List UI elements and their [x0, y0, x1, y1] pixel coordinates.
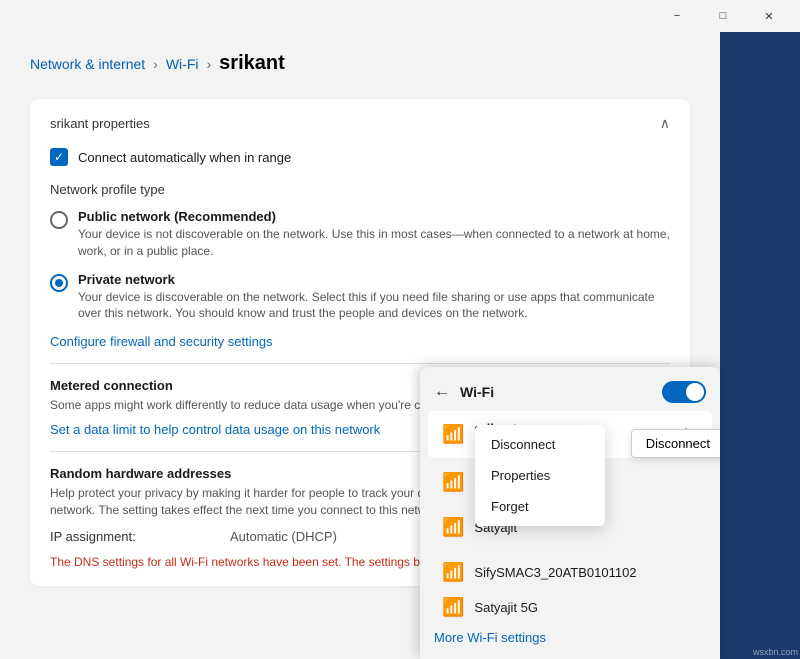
- network-item-sify[interactable]: 📶 SifySMAC3_20ATB0101102: [428, 552, 712, 593]
- right-panel: [720, 32, 800, 659]
- network-name-satyajit5g: Satyajit 5G: [474, 600, 538, 615]
- network-item-satyajit5g[interactable]: 📶 Satyajit 5G: [428, 597, 712, 617]
- wifi-icon-satyajit5g: 📶: [442, 597, 464, 617]
- context-menu: Disconnect Properties Forget Disconnect: [475, 425, 605, 526]
- connect-auto-row: ✓ Connect automatically when in range: [50, 148, 670, 166]
- private-network-option: Private network Your device is discovera…: [50, 272, 670, 323]
- more-wifi-link[interactable]: More Wi-Fi settings: [434, 630, 546, 645]
- card-title: srikant properties: [50, 116, 150, 131]
- connected-network-container: 📶 srikant Connected, secured ℹ Disconnec…: [420, 411, 720, 458]
- wifi-icon-satyajit: 📶: [442, 517, 464, 538]
- minimize-button[interactable]: −: [654, 0, 700, 32]
- flyout-title: Wi-Fi: [460, 384, 494, 400]
- network-name-sify: SifySMAC3_20ATB0101102: [474, 565, 636, 580]
- context-forget[interactable]: Forget: [475, 491, 605, 522]
- breadcrumb-network[interactable]: Network & internet: [30, 56, 145, 72]
- flyout-footer: More Wi-Fi settings: [420, 621, 720, 659]
- breadcrumb-sep2: ›: [207, 56, 212, 72]
- context-properties[interactable]: Properties: [475, 460, 605, 491]
- watermark: wsxbn.com: [753, 647, 798, 657]
- private-network-title: Private network: [78, 272, 670, 287]
- disconnect-confirm-button[interactable]: Disconnect: [631, 429, 720, 458]
- back-button[interactable]: ←: [434, 383, 450, 401]
- card-header: srikant properties ∧: [50, 115, 670, 132]
- wifi-icon-sri: 📶: [442, 472, 464, 493]
- wifi-toggle[interactable]: [662, 381, 706, 403]
- window-controls: − □ ✕: [654, 0, 792, 32]
- context-disconnect[interactable]: Disconnect: [475, 429, 605, 460]
- private-network-radio[interactable]: [50, 274, 68, 292]
- connect-auto-label: Connect automatically when in range: [78, 150, 291, 165]
- connect-auto-checkbox[interactable]: ✓: [50, 148, 68, 166]
- wifi-flyout: ← Wi-Fi 📶 srikant Connected, secured ℹ D…: [420, 367, 720, 659]
- public-network-option: Public network (Recommended) Your device…: [50, 209, 670, 260]
- private-network-content: Private network Your device is discovera…: [78, 272, 670, 323]
- divider-1: [50, 363, 670, 364]
- checkmark-icon: ✓: [54, 150, 64, 164]
- wifi-signal-icon: 📶: [442, 424, 464, 445]
- firewall-link[interactable]: Configure firewall and security settings: [50, 334, 670, 349]
- breadcrumb: Network & internet › Wi-Fi › srikant: [30, 52, 690, 75]
- ip-value: Automatic (DHCP): [230, 529, 337, 544]
- breadcrumb-sep1: ›: [153, 56, 158, 72]
- flyout-header: ← Wi-Fi: [420, 367, 720, 411]
- close-button[interactable]: ✕: [746, 0, 792, 32]
- public-network-desc: Your device is not discoverable on the n…: [78, 226, 670, 260]
- private-network-desc: Your device is discoverable on the netwo…: [78, 289, 670, 323]
- maximize-button[interactable]: □: [700, 0, 746, 32]
- public-network-title: Public network (Recommended): [78, 209, 670, 224]
- breadcrumb-wifi[interactable]: Wi-Fi: [166, 56, 199, 72]
- wifi-icon-sify: 📶: [442, 562, 464, 583]
- breadcrumb-current: srikant: [219, 52, 285, 75]
- collapse-button[interactable]: ∧: [660, 115, 670, 132]
- profile-type-label: Network profile type: [50, 182, 670, 197]
- title-bar: − □ ✕: [0, 0, 800, 32]
- public-network-radio[interactable]: [50, 211, 68, 229]
- public-network-content: Public network (Recommended) Your device…: [78, 209, 670, 260]
- ip-label: IP assignment:: [50, 529, 170, 544]
- flyout-header-left: ← Wi-Fi: [434, 383, 494, 401]
